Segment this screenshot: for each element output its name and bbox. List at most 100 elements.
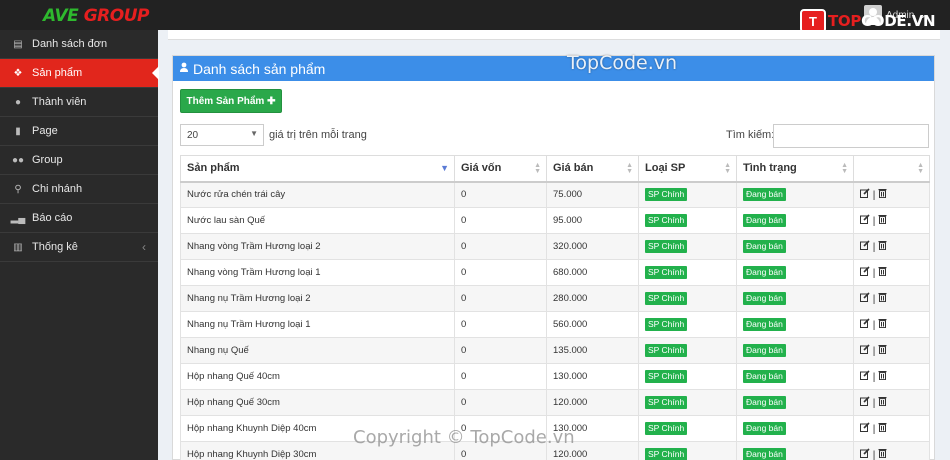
column-header-actions[interactable]: ▲ ▼ bbox=[853, 155, 930, 183]
sale-price: 280.000 bbox=[553, 293, 588, 304]
bar-chart-icon: ▥ bbox=[13, 241, 23, 253]
sale-price: 680.000 bbox=[553, 267, 588, 278]
trash-icon[interactable] bbox=[878, 318, 887, 331]
trash-icon[interactable] bbox=[878, 448, 887, 460]
cost-price: 0 bbox=[461, 345, 467, 356]
trash-icon[interactable] bbox=[878, 214, 887, 227]
edit-icon[interactable] bbox=[860, 266, 870, 279]
trash-icon[interactable] bbox=[878, 370, 887, 383]
product-type-badge: SP Chính bbox=[645, 214, 688, 227]
sidebar-item[interactable]: ●● Group bbox=[0, 146, 158, 175]
cost-price: 0 bbox=[461, 215, 467, 226]
product-type-badge: SP Chính bbox=[645, 318, 688, 331]
trash-icon[interactable] bbox=[878, 240, 887, 253]
product-type-badge: SP Chính bbox=[645, 370, 688, 383]
edit-icon[interactable] bbox=[860, 344, 870, 357]
edit-icon[interactable] bbox=[860, 448, 870, 460]
products-table: Sản phẩm ▼ Giá vốn ▲ ▼ Giá bán ▲ ▼ Loại SP ▲ ▼ … bbox=[180, 155, 930, 460]
add-product-button[interactable]: Thêm Sản Phẩm ✚ bbox=[180, 89, 282, 113]
trash-icon[interactable] bbox=[878, 292, 887, 305]
cost-price: 0 bbox=[461, 293, 467, 304]
product-name: Nhang nụ Trầm Hương loại 1 bbox=[187, 319, 311, 330]
page-title: Danh sách sản phẩm bbox=[193, 60, 326, 77]
table-header-row: Sản phẩm ▼ Giá vốn ▲ ▼ Giá bán ▲ ▼ Loại SP ▲ ▼ … bbox=[180, 155, 930, 183]
edit-icon[interactable] bbox=[860, 188, 870, 201]
plus-icon: ✚ bbox=[267, 95, 276, 107]
column-header-product[interactable]: Sản phẩm ▼ bbox=[180, 155, 455, 183]
table-row: Nhang nụ Quế 0 135.000 SP Chính Đang bán | bbox=[180, 337, 930, 364]
page-length-select[interactable]: 20 ▼ bbox=[180, 124, 264, 146]
sidebar-item[interactable]: ▤ Danh sách đơn bbox=[0, 30, 158, 59]
product-type-badge: SP Chính bbox=[645, 422, 688, 435]
edit-icon[interactable] bbox=[860, 318, 870, 331]
product-type-badge: SP Chính bbox=[645, 448, 688, 460]
action-separator: | bbox=[872, 268, 876, 279]
sidebar-item-label: Group bbox=[32, 154, 63, 166]
sidebar-item[interactable]: ▥ Thống kê ‹ bbox=[0, 233, 158, 262]
status-badge: Đang bán bbox=[743, 266, 786, 279]
product-type-badge: SP Chính bbox=[645, 396, 688, 409]
sort-icon: ▲ ▼ bbox=[917, 162, 924, 175]
table-row: Nhang nụ Trầm Hương loại 1 0 560.000 SP Chí… bbox=[180, 311, 930, 338]
edit-icon[interactable] bbox=[860, 214, 870, 227]
products-panel: Danh sách sản phẩm Thêm Sản Phẩm ✚ 20 ▼ … bbox=[172, 55, 935, 460]
sidebar-item[interactable]: ● Thành viên bbox=[0, 88, 158, 117]
status-badge: Đang bán bbox=[743, 344, 786, 357]
trash-icon[interactable] bbox=[878, 266, 887, 279]
edit-icon[interactable] bbox=[860, 292, 870, 305]
top-navbar: AVE GROUP Admin ⌄ T TOPCODE.VN bbox=[0, 0, 950, 33]
sort-icon: ▲ ▼ bbox=[534, 162, 541, 175]
sidebar-item[interactable]: ⚲ Chi nhánh bbox=[0, 175, 158, 204]
trash-icon[interactable] bbox=[878, 396, 887, 409]
sale-price: 120.000 bbox=[553, 449, 588, 460]
status-badge: Đang bán bbox=[743, 318, 786, 331]
action-separator: | bbox=[872, 242, 876, 253]
cost-price: 0 bbox=[461, 267, 467, 278]
trash-icon[interactable] bbox=[878, 344, 887, 357]
brand-logo[interactable]: AVE GROUP bbox=[43, 6, 149, 26]
watermark-top: TopCode.vn bbox=[567, 52, 678, 74]
product-type-badge: SP Chính bbox=[645, 188, 688, 202]
edit-icon[interactable] bbox=[860, 370, 870, 383]
status-badge: Đang bán bbox=[743, 292, 786, 305]
column-header-price[interactable]: Giá bán ▲ ▼ bbox=[546, 155, 639, 183]
edit-icon[interactable] bbox=[860, 396, 870, 409]
cost-price: 0 bbox=[461, 449, 467, 460]
table-row: Nước lau sàn Quế 0 95.000 SP Chính Đang bán … bbox=[180, 207, 930, 234]
status-badge: Đang bán bbox=[743, 214, 786, 227]
product-name: Hộp nhang Khuynh Diệp 30cm bbox=[187, 449, 317, 460]
sidebar-item[interactable]: ▂▄ Báo cáo bbox=[0, 204, 158, 233]
trash-icon[interactable] bbox=[878, 188, 887, 201]
product-name: Nước rửa chén trái cây bbox=[187, 189, 286, 201]
table-row: Nhang nụ Trầm Hương loại 2 0 280.000 SP Chí… bbox=[180, 285, 930, 312]
sidebar-item[interactable]: ▮ Page bbox=[0, 117, 158, 146]
sale-price: 135.000 bbox=[553, 345, 588, 356]
sidebar-item-label: Danh sách đơn bbox=[32, 38, 108, 50]
column-header-cost[interactable]: Giá vốn ▲ ▼ bbox=[454, 155, 547, 183]
product-name: Nhang nụ Trầm Hương loại 2 bbox=[187, 293, 311, 304]
product-name: Hộp nhang Khuynh Diệp 40cm bbox=[187, 423, 317, 434]
sort-icon: ▲ ▼ bbox=[724, 162, 731, 175]
trash-icon[interactable] bbox=[878, 422, 887, 435]
edit-icon[interactable] bbox=[860, 422, 870, 435]
table-row: Nhang vòng Trầm Hương loại 2 0 320.000 SP C… bbox=[180, 233, 930, 260]
edit-icon[interactable] bbox=[860, 240, 870, 253]
sidebar-item[interactable]: ❖ Sản phẩm bbox=[0, 59, 159, 88]
user-icon bbox=[179, 62, 189, 75]
action-separator: | bbox=[872, 190, 876, 202]
user-icon: ● bbox=[14, 96, 22, 108]
table-row: Nhang vòng Trầm Hương loại 1 0 680.000 SP C… bbox=[180, 259, 930, 286]
action-separator: | bbox=[872, 424, 876, 435]
column-header-type[interactable]: Loại SP ▲ ▼ bbox=[638, 155, 737, 183]
table-row: Hộp nhang Quế 30cm 0 120.000 SP Chính Đang b… bbox=[180, 389, 930, 416]
column-header-status[interactable]: Tình trạng ▲ ▼ bbox=[736, 155, 854, 183]
content-header bbox=[168, 30, 940, 40]
product-type-badge: SP Chính bbox=[645, 292, 688, 305]
search-input[interactable] bbox=[773, 124, 929, 148]
sale-price: 130.000 bbox=[553, 371, 588, 382]
status-badge: Đang bán bbox=[743, 188, 786, 202]
file-icon: ▮ bbox=[15, 125, 21, 137]
product-name: Nước lau sàn Quế bbox=[187, 215, 266, 226]
users-icon: ●● bbox=[11, 154, 25, 166]
sale-price: 95.000 bbox=[553, 215, 583, 226]
